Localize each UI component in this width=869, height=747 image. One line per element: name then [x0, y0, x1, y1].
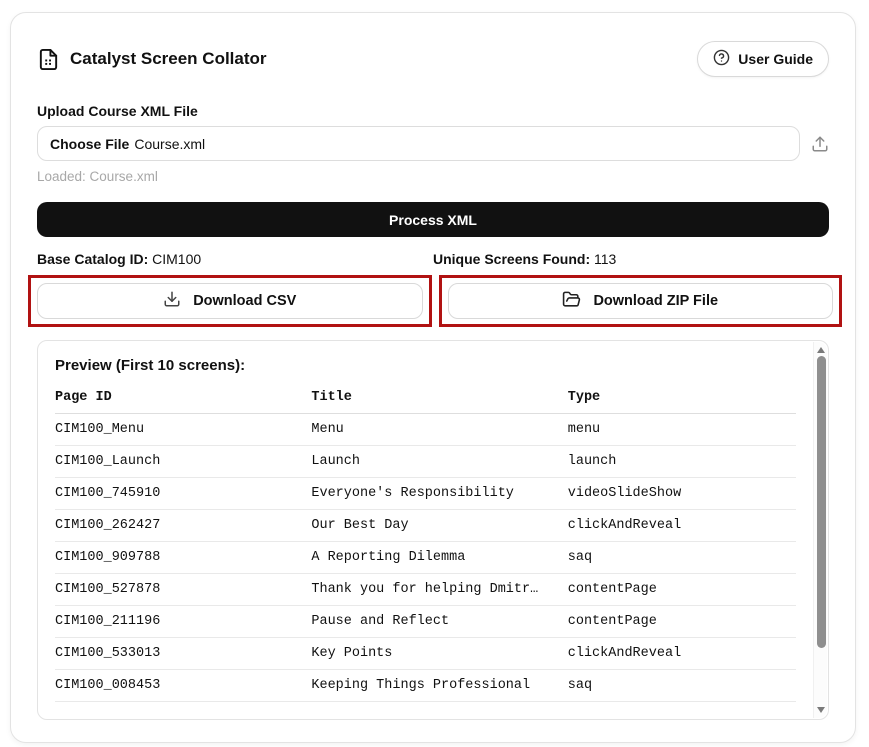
cell-title: Keeping Things Professional: [311, 670, 567, 701]
table-row: CIM100_262427 Our Best Day clickAndRevea…: [55, 510, 796, 542]
table-row: CIM100_533013 Key Points clickAndReveal: [55, 638, 796, 670]
choose-file-label: Choose File: [50, 136, 129, 152]
table-row: CIM100_745910 Everyone's Responsibility …: [55, 478, 796, 510]
preview-table-body: CIM100_Menu Menu menu CIM100_Launch Laun…: [55, 414, 796, 702]
download-zip-label: Download ZIP File: [593, 293, 718, 309]
col-header-title: Title: [311, 382, 567, 413]
cell-type: contentPage: [568, 606, 796, 637]
scroll-up-arrow-icon[interactable]: [817, 347, 825, 353]
cell-title: Menu: [311, 414, 567, 445]
csv-annotation-box: Download CSV: [28, 275, 432, 327]
upload-section-label: Upload Course XML File: [37, 103, 829, 119]
download-icon: [163, 290, 181, 312]
file-name-value: Course.xml: [134, 136, 205, 152]
cell-title: Pause and Reflect: [311, 606, 567, 637]
cell-type: clickAndReveal: [568, 638, 796, 669]
page-title-label: Catalyst Screen Collator: [70, 49, 267, 69]
base-catalog-stat: Base Catalog ID: CIM100: [37, 251, 433, 267]
question-circle-icon: [713, 49, 730, 69]
process-xml-button[interactable]: Process XML: [37, 202, 829, 237]
cell-page-id: CIM100_745910: [55, 478, 311, 509]
base-catalog-label: Base Catalog ID:: [37, 251, 152, 267]
app-card: Catalyst Screen Collator User Guide Uplo…: [10, 12, 856, 743]
screens-found-stat: Unique Screens Found: 113: [433, 251, 829, 267]
download-row: Download CSV Download ZIP File: [28, 275, 842, 327]
download-csv-button[interactable]: Download CSV: [37, 283, 423, 319]
cell-page-id: CIM100_008453: [55, 670, 311, 701]
cell-page-id: CIM100_Menu: [55, 414, 311, 445]
upload-icon[interactable]: [811, 135, 829, 153]
cell-page-id: CIM100_211196: [55, 606, 311, 637]
col-header-page-id: Page ID: [55, 382, 311, 413]
cell-type: menu: [568, 414, 796, 445]
table-row: CIM100_211196 Pause and Reflect contentP…: [55, 606, 796, 638]
table-row: CIM100_Launch Launch launch: [55, 446, 796, 478]
table-header-row: Page ID Title Type: [55, 382, 796, 414]
cell-title: Launch: [311, 446, 567, 477]
page-title: Catalyst Screen Collator: [37, 48, 267, 71]
table-row: CIM100_008453 Keeping Things Professiona…: [55, 670, 796, 702]
cell-title: Key Points: [311, 638, 567, 669]
table-row: CIM100_909788 A Reporting Dilemma saq: [55, 542, 796, 574]
table-row: CIM100_Menu Menu menu: [55, 414, 796, 446]
cell-title: A Reporting Dilemma: [311, 542, 567, 573]
loaded-status: Loaded: Course.xml: [37, 169, 829, 184]
cell-type: launch: [568, 446, 796, 477]
user-guide-button[interactable]: User Guide: [697, 41, 829, 77]
file-input[interactable]: Choose File Course.xml: [37, 126, 800, 161]
screens-found-label: Unique Screens Found:: [433, 251, 594, 267]
preview-table: Page ID Title Type CIM100_Menu Menu menu…: [55, 382, 796, 702]
stats-row: Base Catalog ID: CIM100 Unique Screens F…: [37, 251, 829, 267]
user-guide-label: User Guide: [738, 51, 813, 67]
preview-heading: Preview (First 10 screens):: [55, 357, 796, 374]
cell-title: Everyone's Responsibility: [311, 478, 567, 509]
cell-page-id: CIM100_262427: [55, 510, 311, 541]
download-csv-label: Download CSV: [193, 293, 296, 309]
cell-title: Our Best Day: [311, 510, 567, 541]
cell-type: saq: [568, 670, 796, 701]
cell-page-id: CIM100_909788: [55, 542, 311, 573]
cell-type: clickAndReveal: [568, 510, 796, 541]
cell-type: contentPage: [568, 574, 796, 605]
scroll-thumb[interactable]: [817, 356, 826, 648]
header: Catalyst Screen Collator User Guide: [37, 41, 829, 77]
file-spreadsheet-icon: [37, 48, 60, 71]
scrollbar[interactable]: [813, 342, 827, 718]
download-zip-button[interactable]: Download ZIP File: [448, 283, 834, 319]
cell-page-id: CIM100_533013: [55, 638, 311, 669]
screens-found-value: 113: [594, 251, 616, 267]
cell-page-id: CIM100_527878: [55, 574, 311, 605]
cell-page-id: CIM100_Launch: [55, 446, 311, 477]
cell-type: saq: [568, 542, 796, 573]
cell-title: Thank you for helping Dmitr…: [311, 574, 567, 605]
table-row: CIM100_527878 Thank you for helping Dmit…: [55, 574, 796, 606]
col-header-type: Type: [568, 382, 796, 413]
file-upload-row: Choose File Course.xml: [37, 126, 829, 161]
preview-panel: Preview (First 10 screens): Page ID Titl…: [37, 340, 829, 720]
zip-annotation-box: Download ZIP File: [439, 275, 843, 327]
folder-open-icon: [562, 290, 581, 313]
scroll-down-arrow-icon[interactable]: [817, 707, 825, 713]
base-catalog-value: CIM100: [152, 251, 201, 267]
cell-type: videoSlideShow: [568, 478, 796, 509]
